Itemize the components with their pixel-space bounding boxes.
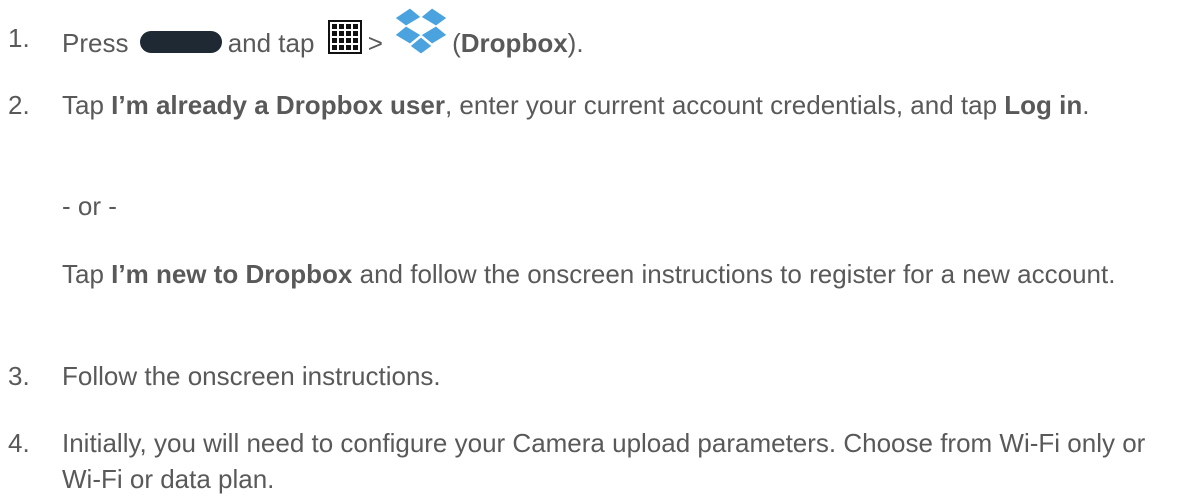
step-text-part: and follow the onscreen instructions to …: [352, 259, 1116, 289]
step-text: Follow the onscreen instructions.: [62, 361, 441, 391]
or-separator: - or -: [62, 191, 117, 221]
step-number: 4.: [8, 428, 30, 458]
step-text-bold: I’m new to Dropbox: [111, 259, 353, 289]
step-number: 1.: [8, 23, 30, 53]
alternative-instruction: Tap I’m new to Dropbox and follow the on…: [62, 256, 1172, 292]
step-text: Tap I’m already a Dropbox user, enter yo…: [62, 87, 1178, 123]
step-text: Initially, you will need to configure yo…: [62, 428, 1146, 494]
step-text-part: Press: [62, 27, 129, 58]
step-number: 2.: [8, 90, 30, 120]
step-1: 1. Press and tap > (Dropbox).: [8, 7, 1178, 70]
step-text-part: .: [1082, 90, 1090, 120]
step-text-part: Tap: [62, 90, 112, 120]
step-4: 4. Initially, you will need to configure…: [8, 425, 1178, 497]
step-text-part: Tap: [62, 259, 112, 289]
step-text-part: ).: [567, 27, 584, 58]
step-text-part: , enter your current account credentials…: [444, 90, 1005, 120]
apps-grid-icon: [327, 20, 362, 54]
dropbox-icon: [394, 7, 448, 55]
step-text-bold: I’m already a Dropbox user: [111, 90, 445, 120]
step-text-part: and tap: [227, 27, 315, 58]
instructions-document: 1. Press and tap > (Dropbox). 2. Tap I’m…: [0, 0, 1188, 504]
home-key-icon: [139, 31, 222, 53]
step-text-bold: Log in: [1004, 90, 1083, 120]
step-text-part: >: [367, 27, 383, 58]
step-2: 2. Tap I’m already a Dropbox user, enter…: [8, 87, 1178, 123]
step-text: Press and tap > (Dropbox).: [62, 7, 1178, 70]
step-text-bold: Dropbox: [460, 27, 568, 58]
step-text-part: (: [452, 27, 461, 58]
step-3: 3. Follow the onscreen instructions.: [8, 358, 1178, 394]
step-number: 3.: [8, 361, 30, 391]
